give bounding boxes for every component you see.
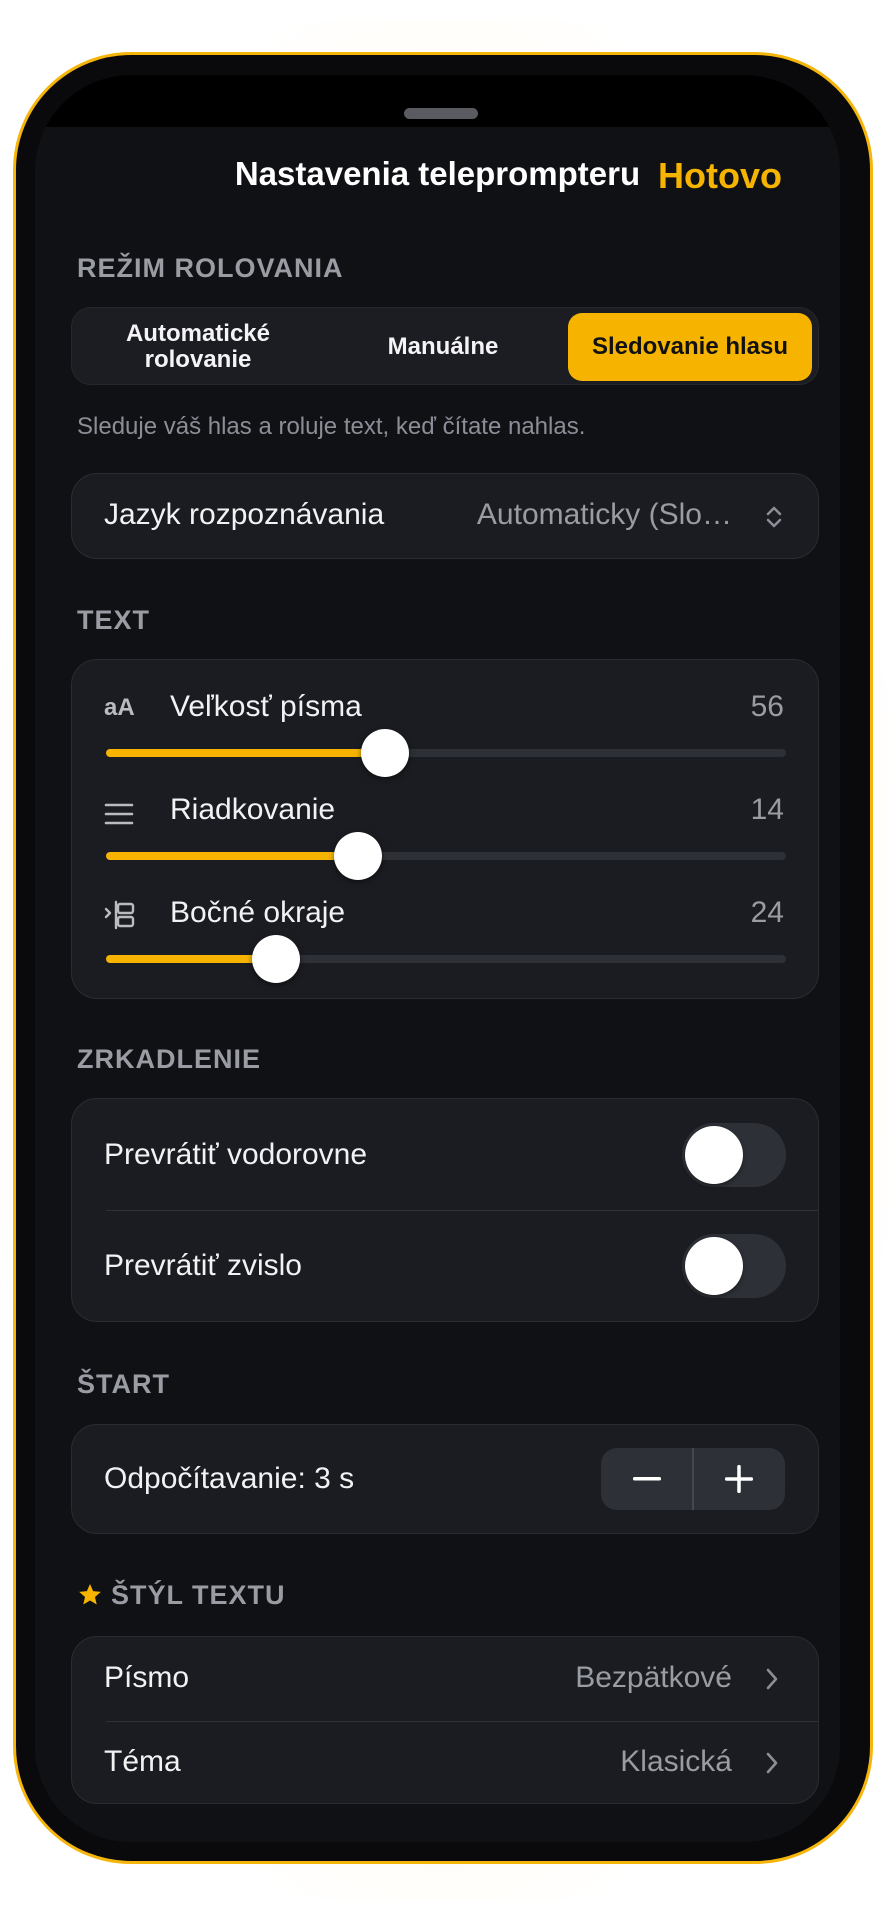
minus-icon xyxy=(633,1477,661,1481)
section-label-text: TEXT xyxy=(77,605,151,635)
decrease-button[interactable] xyxy=(601,1448,693,1510)
flip-horizontal-toggle[interactable] xyxy=(682,1123,786,1187)
section-label-text-style: ŠTÝL TEXTU xyxy=(111,1580,286,1610)
line-spacing-icon xyxy=(104,803,134,825)
font-size-slider-thumb[interactable] xyxy=(360,729,409,777)
countdown-label: Odpočítavanie: 3 s xyxy=(104,1462,355,1495)
chevron-right-icon xyxy=(766,1668,778,1690)
increase-button[interactable] xyxy=(693,1448,785,1510)
recognition-language-label: Jazyk rozpoznávania xyxy=(104,498,385,531)
flip-horizontal-toggle-knob xyxy=(685,1126,743,1184)
margins-slider-thumb[interactable] xyxy=(252,935,300,983)
chevron-right-icon xyxy=(766,1752,778,1774)
theme-row[interactable]: Téma Klasická xyxy=(72,1721,818,1805)
flip-vertical-label: Prevrátiť zvislo xyxy=(104,1249,302,1282)
font-label: Písmo xyxy=(104,1661,190,1694)
segment-voice-tracking[interactable]: Sledovanie hlasu xyxy=(568,313,812,381)
mirror-card: Prevrátiť vodorovne Prevrátiť zvislo xyxy=(71,1098,819,1322)
scroll-mode-segmented-control: Automatické rolovanie Manuálne Sledovani… xyxy=(71,307,819,385)
font-size-label: Veľkosť písma xyxy=(170,690,362,723)
sheet-top-bar xyxy=(35,75,840,127)
margins-value: 24 xyxy=(750,896,784,929)
recognition-language-value: Automaticky (Slo… xyxy=(476,498,732,531)
font-size-slider-fill xyxy=(106,749,385,757)
text-style-card: Písmo Bezpätkové Téma Klasická xyxy=(71,1636,819,1804)
star-icon xyxy=(79,1583,101,1605)
flip-horizontal-label: Prevrátiť vodorovne xyxy=(104,1138,368,1171)
segment-auto-scroll[interactable]: Automatické rolovanie xyxy=(77,313,319,381)
flip-vertical-toggle-knob xyxy=(685,1237,743,1295)
text-settings-card: aA Veľkosť písma 56 Riadkovanie 14 Bočné… xyxy=(71,659,819,999)
line-spacing-slider-thumb[interactable] xyxy=(333,832,382,880)
font-size-value: 56 xyxy=(750,690,784,723)
line-spacing-slider-fill xyxy=(106,852,358,860)
margins-slider-fill xyxy=(106,955,276,963)
settings-sheet: Nastavenia teleprompteru Hotovo REŽIM RO… xyxy=(35,75,840,1842)
recognition-language-row[interactable]: Jazyk rozpoznávania Automaticky (Slo… xyxy=(71,473,819,559)
mirror-divider xyxy=(106,1210,818,1211)
margins-icon xyxy=(104,900,135,930)
theme-label: Téma xyxy=(104,1745,181,1778)
scroll-mode-helper-text: Sleduje váš hlas a roluje text, keď číta… xyxy=(77,413,586,440)
done-button[interactable]: Hotovo xyxy=(658,155,782,197)
plus-icon xyxy=(725,1465,753,1493)
font-size-slider[interactable] xyxy=(106,729,786,777)
section-label-start: ŠTART xyxy=(77,1369,170,1399)
section-label-scroll-mode: REŽIM ROLOVANIA xyxy=(77,253,344,283)
text-size-icon: aA xyxy=(104,694,135,721)
line-spacing-label: Riadkovanie xyxy=(170,793,336,826)
line-spacing-value: 14 xyxy=(750,793,784,826)
line-spacing-slider[interactable] xyxy=(106,832,786,880)
font-value: Bezpätkové xyxy=(575,1661,732,1694)
theme-value: Klasická xyxy=(620,1745,732,1778)
margins-label: Bočné okraje xyxy=(170,896,346,929)
font-row[interactable]: Písmo Bezpätkové xyxy=(72,1637,818,1721)
segment-manual[interactable]: Manuálne xyxy=(322,313,564,381)
countdown-stepper xyxy=(601,1448,785,1510)
updown-chevron-icon xyxy=(766,506,782,528)
flip-vertical-toggle[interactable] xyxy=(682,1234,786,1298)
margins-slider[interactable] xyxy=(106,935,786,983)
start-card: Odpočítavanie: 3 s xyxy=(71,1424,819,1534)
sheet-grabber[interactable] xyxy=(404,108,478,119)
section-label-mirror: ZRKADLENIE xyxy=(77,1044,261,1074)
